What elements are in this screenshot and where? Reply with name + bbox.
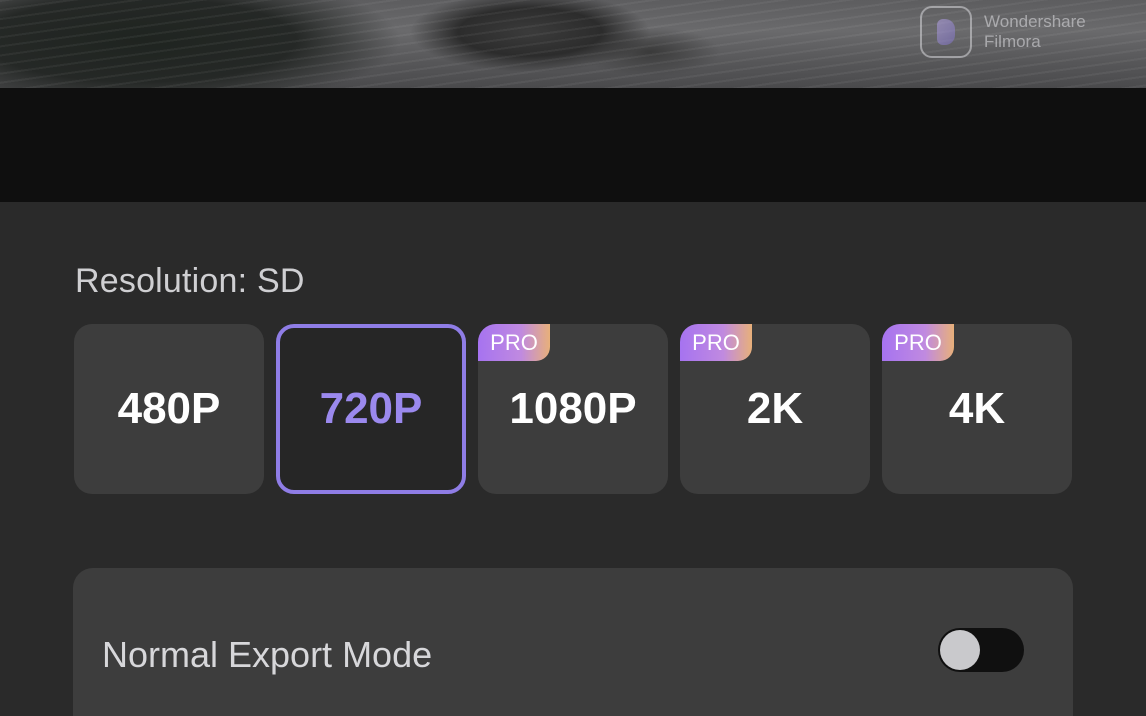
watermark-text: Wondershare Filmora	[984, 12, 1086, 52]
pro-badge-label: PRO	[894, 329, 942, 355]
video-preview: Wondershare Filmora	[0, 0, 1146, 88]
pro-badge: PRO	[478, 324, 550, 361]
export-settings-screen: Wondershare Filmora Resolution: SD 480P …	[0, 0, 1146, 716]
resolution-option-2k[interactable]: PRO 2K	[680, 324, 870, 494]
watermark: Wondershare Filmora	[920, 6, 1086, 58]
export-mode-label: Normal Export Mode	[102, 634, 433, 675]
resolution-option-label: 480P	[117, 384, 221, 433]
export-mode-toggle[interactable]	[938, 628, 1024, 672]
resolution-option-480p[interactable]: 480P	[74, 324, 264, 494]
resolution-option-4k[interactable]: PRO 4K	[882, 324, 1072, 494]
preview-letterbox	[0, 88, 1146, 202]
toggle-knob	[940, 630, 980, 670]
watermark-line-1: Wondershare	[984, 12, 1086, 31]
pro-badge: PRO	[680, 324, 752, 361]
resolution-option-label: 1080P	[509, 384, 637, 433]
resolution-option-label: 4K	[948, 384, 1006, 433]
resolution-options: 480P 720P PRO 1080P PRO 2K PRO 4K	[74, 324, 1072, 494]
resolution-label: Resolution: SD	[75, 262, 305, 300]
resolution-option-label: 2K	[746, 384, 804, 433]
resolution-option-label: 720P	[319, 384, 423, 433]
resolution-option-720p[interactable]: 720P	[276, 324, 466, 494]
watermark-line-2: Filmora	[984, 32, 1041, 51]
pro-badge-label: PRO	[692, 329, 740, 355]
pro-badge-label: PRO	[490, 329, 538, 355]
filmora-logo-icon	[920, 6, 972, 58]
resolution-option-1080p[interactable]: PRO 1080P	[478, 324, 668, 494]
pro-badge: PRO	[882, 324, 954, 361]
